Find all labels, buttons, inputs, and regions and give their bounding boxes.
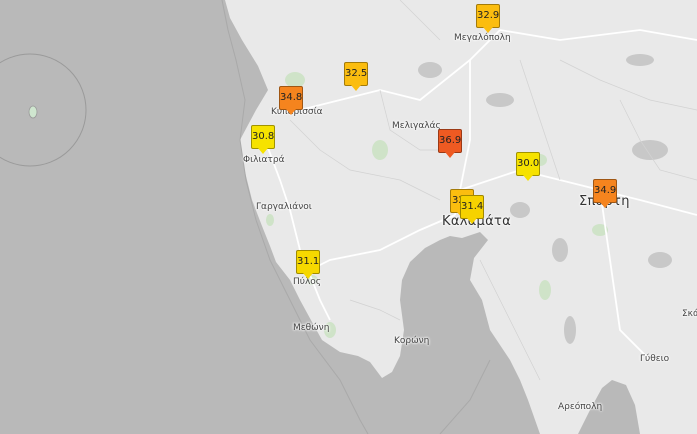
place-label-gytheio: Γύθειο xyxy=(640,354,670,364)
temperature-marker-kyparissia[interactable]: 34.8 xyxy=(279,86,303,115)
territorial-line-east xyxy=(439,359,491,434)
place-label-koroni: Κορώνη xyxy=(394,336,430,346)
temperature-marker-east-meligalas[interactable]: 30.0 xyxy=(516,152,540,181)
place-label-methoni: Μεθώνη xyxy=(293,323,330,333)
zone-circle xyxy=(0,53,87,167)
temperature-marker-megalopoli[interactable]: 32.9 xyxy=(476,4,500,33)
island xyxy=(28,105,38,119)
place-label-megalopoli: Μεγαλόπολη xyxy=(454,33,511,43)
temperature-marker-kyparissia-north[interactable]: 32.5 xyxy=(344,62,368,91)
temperature-marker-filiatra[interactable]: 30.8 xyxy=(251,125,275,154)
temperature-marker-kalamata[interactable]: 31.4 xyxy=(460,195,484,224)
place-label-areopoli: Αρεόπολη xyxy=(558,402,603,412)
place-label-gargalianoi: Γαργαλιάνοι xyxy=(256,202,312,212)
temperature-marker-meligalas[interactable]: 36.9 xyxy=(438,129,462,158)
temperature-marker-pylos[interactable]: 31.1 xyxy=(296,250,320,279)
place-label-skala: Σκά xyxy=(682,309,697,319)
temperature-marker-sparti[interactable]: 34.9 xyxy=(593,179,617,208)
place-label-filiatra: Φιλιατρά xyxy=(243,155,285,165)
place-label-meligalas: Μελιγαλάς xyxy=(392,121,441,131)
